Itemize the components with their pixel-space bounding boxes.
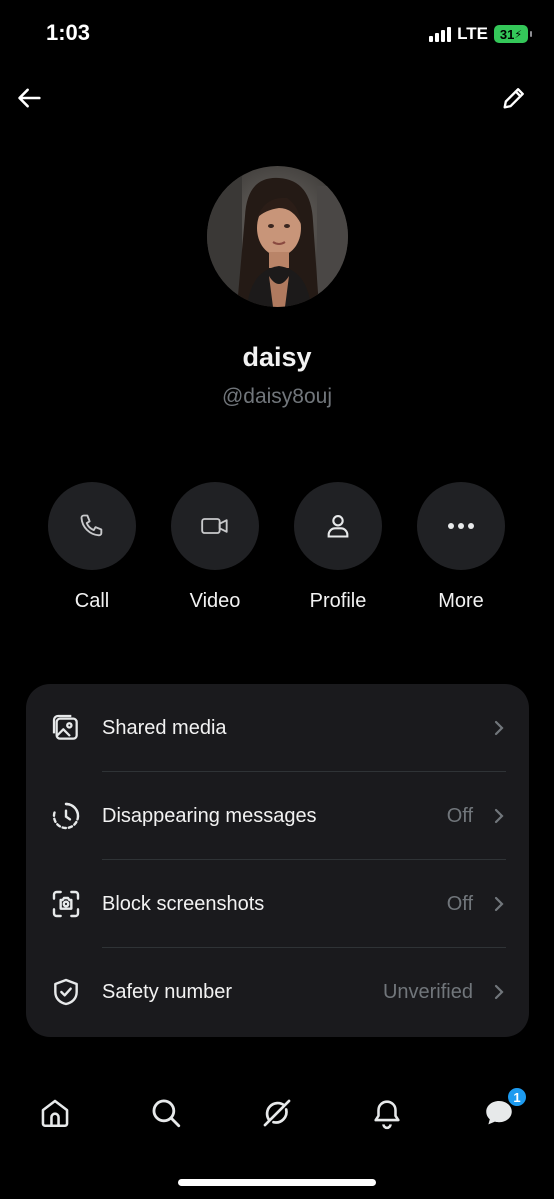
video-label: Video xyxy=(189,590,241,612)
call-label: Call xyxy=(74,590,110,612)
status-indicators: LTE 31 ⚡ xyxy=(429,24,532,44)
profile-name: daisy xyxy=(242,342,312,372)
status-time: 1:03 xyxy=(46,20,91,45)
grok-icon xyxy=(263,1099,291,1127)
timer-icon xyxy=(48,798,84,834)
action-buttons: Call Video Profile More xyxy=(0,482,554,622)
video-camera-icon xyxy=(201,518,228,534)
profile-label: Profile xyxy=(309,590,367,612)
nav-home[interactable] xyxy=(30,1088,80,1138)
bottom-nav: 1 xyxy=(0,1086,554,1138)
setting-value: Unverified xyxy=(382,980,473,1003)
signal-icon xyxy=(429,26,452,42)
back-button[interactable] xyxy=(10,78,50,118)
video-button-circle[interactable] xyxy=(171,482,259,570)
chevron-right-icon xyxy=(491,982,507,1002)
profile-button[interactable]: Profile xyxy=(283,482,393,613)
chevron-right-icon xyxy=(491,718,507,738)
video-button[interactable]: Video xyxy=(160,482,270,613)
screenshot-camera-icon xyxy=(48,886,84,922)
notifications-icon xyxy=(374,1100,400,1130)
setting-block-screenshots[interactable]: Block screenshots Off xyxy=(26,860,529,948)
nav-search[interactable] xyxy=(141,1088,191,1138)
messages-badge: 1 xyxy=(506,1086,528,1108)
search-icon xyxy=(152,1099,181,1128)
battery-level: 31 xyxy=(499,26,515,42)
profile-handle: @daisy8ouj xyxy=(221,385,333,408)
home-indicator xyxy=(178,1179,376,1186)
setting-label: Safety number xyxy=(102,980,233,1003)
status-bar: 1:03 LTE 31 ⚡ xyxy=(0,0,554,70)
chevron-right-icon xyxy=(491,894,507,914)
setting-label: Disappearing messages xyxy=(102,804,317,827)
setting-safety-number[interactable]: Safety number Unverified xyxy=(26,948,529,1036)
nav-grok[interactable] xyxy=(252,1088,302,1138)
nav-messages[interactable]: 1 xyxy=(474,1086,528,1138)
setting-label: Shared media xyxy=(102,716,227,739)
pencil-icon xyxy=(503,88,524,109)
avatar-photo xyxy=(207,166,348,307)
network-type: LTE xyxy=(457,24,488,43)
chevron-right-icon xyxy=(491,806,507,826)
more-label: More xyxy=(438,590,484,612)
setting-disappearing-messages[interactable]: Disappearing messages Off xyxy=(26,772,529,860)
setting-value: Off xyxy=(446,892,473,915)
shared-media-icon xyxy=(48,710,84,746)
more-button[interactable]: More xyxy=(406,482,516,613)
phone-icon xyxy=(80,514,103,537)
ellipsis-icon xyxy=(448,523,474,529)
battery-icon: 31 ⚡ xyxy=(494,25,532,43)
more-button-circle[interactable] xyxy=(417,482,505,570)
arrow-left-icon xyxy=(18,88,41,108)
call-button-circle[interactable] xyxy=(48,482,136,570)
profile-button-circle[interactable] xyxy=(294,482,382,570)
setting-shared-media[interactable]: Shared media xyxy=(26,684,529,772)
avatar[interactable] xyxy=(207,166,348,307)
shield-check-icon xyxy=(48,974,84,1010)
top-nav xyxy=(0,78,554,118)
edit-button[interactable] xyxy=(494,78,534,118)
setting-value: Off xyxy=(446,804,473,827)
person-icon xyxy=(327,515,349,538)
setting-label: Block screenshots xyxy=(102,892,265,915)
settings-card: Shared media Disappearing messages Off B… xyxy=(26,684,529,1037)
home-icon xyxy=(41,1099,69,1128)
call-button[interactable]: Call xyxy=(37,482,147,613)
nav-notifications[interactable] xyxy=(362,1088,412,1138)
